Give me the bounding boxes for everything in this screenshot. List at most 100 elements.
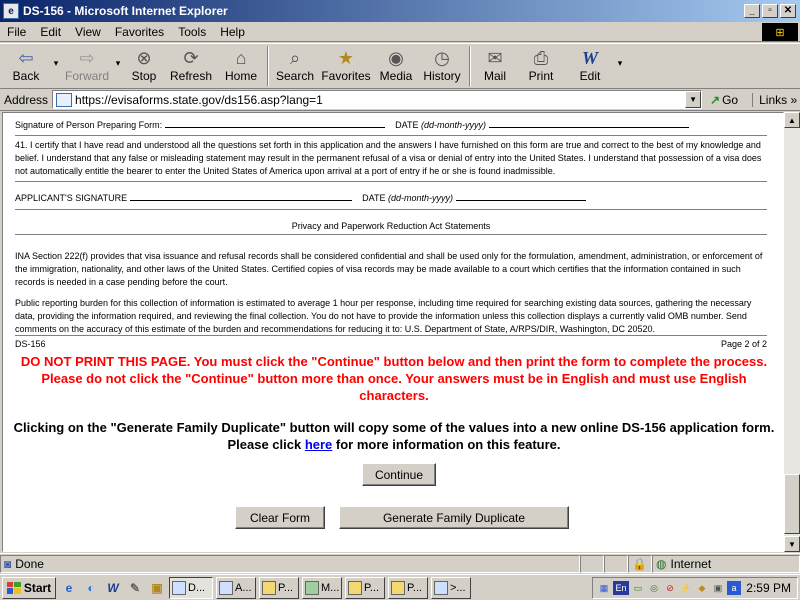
address-label: Address [4, 92, 49, 107]
address-url[interactable]: https://evisaforms.state.gov/ds156.asp?l… [75, 93, 323, 107]
home-label: Home [224, 69, 257, 83]
stop-icon: ⊗ [136, 48, 152, 68]
media-icon: ◉ [388, 48, 404, 68]
here-link[interactable]: here [305, 437, 332, 452]
ie-quicklaunch-icon[interactable]: e [60, 579, 78, 597]
taskbar: Start e ◐ W ✎ ▣ D... A... P... M... P...… [0, 574, 800, 600]
start-button[interactable]: Start [2, 576, 56, 599]
printer-icon: ⎙ [533, 48, 549, 68]
favorites-button[interactable]: ★ Favorites [318, 44, 374, 88]
go-arrow-icon: ↗ [710, 92, 721, 107]
connection-tray-icon[interactable]: ⚡ [679, 581, 693, 595]
links-label: Links [759, 92, 788, 107]
address-dropdown-icon[interactable]: ▼ [685, 91, 702, 108]
applicant-date-line [455, 192, 586, 201]
forward-label: Forward [64, 69, 109, 83]
taskbar-item-m[interactable]: M... [302, 576, 342, 599]
taskbar-item-p2[interactable]: P... [345, 576, 385, 599]
taskbar-item-label: P... [278, 581, 294, 594]
status-panel-blank [580, 554, 604, 573]
menu-tools[interactable]: Tools [171, 25, 213, 39]
antivirus-tray-icon[interactable]: ⊘ [663, 581, 677, 595]
go-label: Go [722, 92, 739, 107]
window-icon [219, 580, 233, 595]
applicant-signature-label: APPLICANT'S SIGNATURE [15, 193, 128, 203]
applicant-signature-row: APPLICANT'S SIGNATURE DATE (dd-month-yyy… [15, 192, 767, 205]
assistant-tray-icon[interactable]: a [727, 581, 741, 595]
notepad-quicklaunch-icon[interactable]: ✎ [126, 579, 144, 597]
toolbar-separator [267, 46, 269, 86]
forward-arrow-icon: ⇨ [79, 48, 95, 68]
taskbar-item-p3[interactable]: P... [388, 576, 428, 599]
media-button[interactable]: ◉ Media [374, 44, 418, 88]
menu-view[interactable]: View [68, 25, 108, 39]
preparer-signature-label: Signature of Person Preparing Form: [15, 120, 163, 130]
scroll-thumb[interactable] [784, 474, 800, 534]
taskbar-item-a[interactable]: A... [216, 576, 256, 599]
print-button[interactable]: ⎙ Print [516, 44, 566, 88]
back-arrow-icon: ⇦ [18, 48, 34, 68]
do-not-print-warning: DO NOT PRINT THIS PAGE. You must click t… [20, 354, 768, 403]
taskbar-item-label: P... [407, 581, 423, 594]
history-button[interactable]: ◷ History [418, 44, 466, 88]
display-tray-icon[interactable]: ▣ [711, 581, 725, 595]
home-icon: ⌂ [235, 48, 247, 68]
ie-window-icon [172, 580, 186, 595]
links-button[interactable]: Links » [752, 92, 797, 107]
clock[interactable]: 2:59 PM [746, 581, 791, 595]
close-button[interactable]: ✕ [780, 4, 796, 18]
stop-label: Stop [131, 69, 157, 83]
address-input[interactable]: https://evisaforms.state.gov/ds156.asp?l… [52, 90, 703, 109]
sync-tray-icon[interactable]: ◎ [647, 581, 661, 595]
ie-window-icon [434, 580, 448, 595]
stop-button[interactable]: ⊗ Stop [124, 44, 164, 88]
minimize-button[interactable]: _ [744, 4, 760, 18]
home-button[interactable]: ⌂ Home [218, 44, 264, 88]
mail-button[interactable]: ✉ Mail [474, 44, 516, 88]
taskbar-item-p1[interactable]: P... [259, 576, 299, 599]
clear-form-button[interactable]: Clear Form [235, 506, 325, 529]
status-panel-blank [604, 554, 628, 573]
scroll-up-icon[interactable]: ▲ [784, 112, 800, 128]
divider [15, 335, 767, 336]
history-icon: ◷ [434, 48, 450, 68]
outlook-quicklaunch-icon[interactable]: ◐ [82, 579, 100, 597]
refresh-button[interactable]: ⟳ Refresh [164, 44, 218, 88]
taskbar-item-label: >... [450, 581, 466, 594]
back-dropdown-icon[interactable]: ▾ [50, 44, 62, 69]
menu-file[interactable]: File [0, 25, 33, 39]
explorer-quicklaunch-icon[interactable]: ▣ [148, 579, 166, 597]
language-tray-icon[interactable]: En [613, 581, 629, 595]
network-tray-icon[interactable]: ▦ [597, 581, 611, 595]
certification-text: 41. I certify that I have read and under… [15, 140, 762, 176]
taskbar-item-other[interactable]: >... [431, 576, 471, 599]
monitor-tray-icon[interactable]: ▭ [631, 581, 645, 595]
windows-logo-icon: ⊞ [762, 23, 798, 41]
search-button[interactable]: ⌕ Search [272, 44, 318, 88]
forward-dropdown-icon[interactable]: ▾ [112, 44, 124, 69]
privacy-heading: Privacy and Paperwork Reduction Act Stat… [291, 221, 491, 231]
maximize-button[interactable]: ▫ [762, 4, 778, 18]
vertical-scrollbar[interactable]: ▲ ▼ [784, 112, 800, 552]
shield-tray-icon[interactable]: ◆ [695, 581, 709, 595]
forward-button[interactable]: ⇨ Forward [62, 44, 112, 88]
preparer-date-label: DATE [395, 120, 419, 130]
go-button[interactable]: ↗ Go [710, 93, 738, 107]
ie-icon: e [3, 3, 19, 19]
back-button[interactable]: ⇦ Back [2, 44, 50, 88]
favorites-label: Favorites [321, 69, 371, 83]
menu-favorites[interactable]: Favorites [108, 25, 171, 39]
generate-family-duplicate-button[interactable]: Generate Family Duplicate [339, 506, 569, 529]
word-quicklaunch-icon[interactable]: W [104, 579, 122, 597]
info-text-after: for more information on this feature. [332, 437, 561, 452]
taskbar-item-ds156[interactable]: D... [169, 576, 213, 599]
divider [15, 181, 767, 182]
burden-statement: Public reporting burden for this collect… [15, 298, 752, 334]
menu-help[interactable]: Help [213, 25, 252, 39]
title-bar[interactable]: e DS-156 - Microsoft Internet Explorer _… [0, 0, 800, 22]
continue-button[interactable]: Continue [362, 463, 436, 486]
edit-dropdown-icon[interactable]: ▾ [614, 44, 626, 69]
scroll-down-icon[interactable]: ▼ [784, 536, 800, 552]
menu-edit[interactable]: Edit [33, 25, 68, 39]
edit-button[interactable]: W Edit [566, 44, 614, 88]
